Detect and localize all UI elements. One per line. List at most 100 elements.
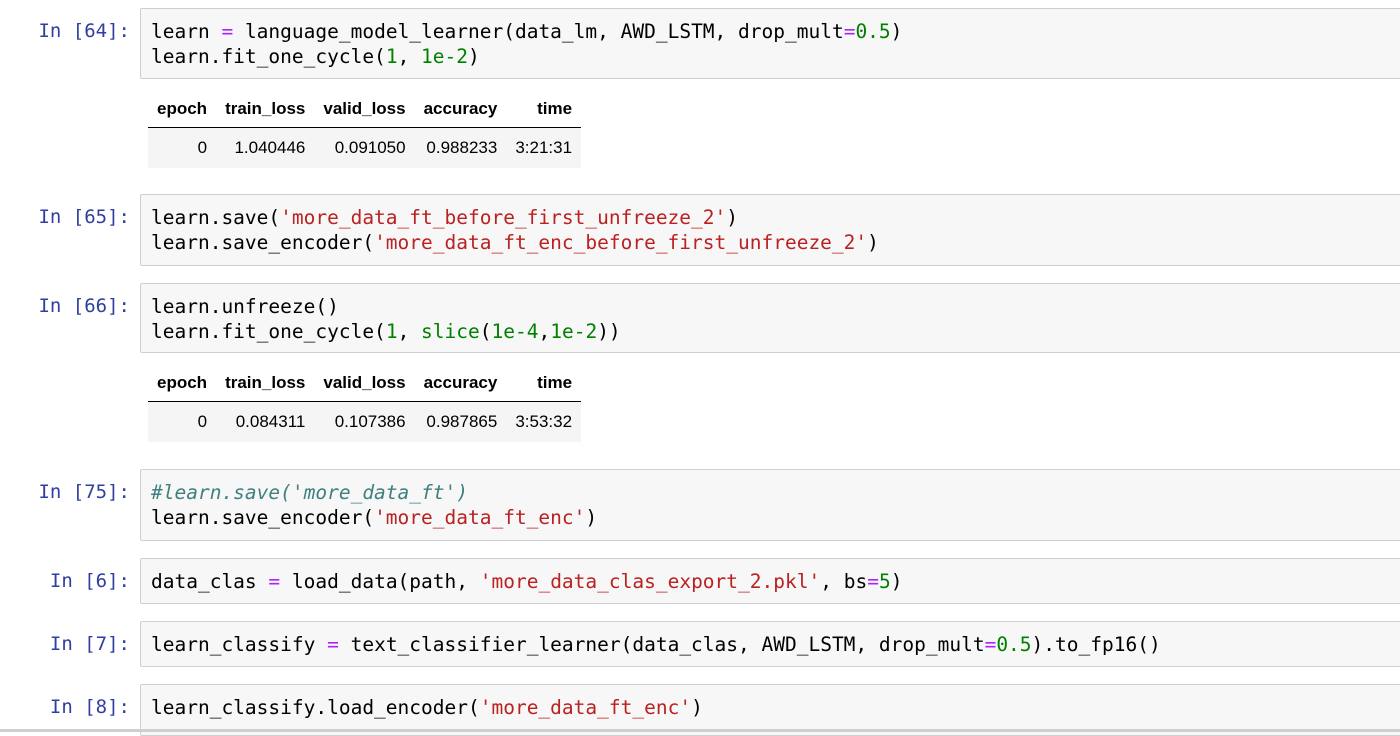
output-table: epoch train_loss valid_loss accuracy time 0 1.… xyxy=(148,91,582,168)
code-token: learn.save_encoder( xyxy=(151,506,375,529)
column-header: train_loss xyxy=(216,365,315,402)
code-token: learn.fit_one_cycle( xyxy=(151,320,386,343)
column-header: accuracy xyxy=(414,365,507,402)
code-input[interactable]: learn.save('more_data_ft_before_first_un… xyxy=(140,194,1400,266)
column-header: train_loss xyxy=(216,91,315,128)
code-token: 'more_data_ft_enc' xyxy=(374,506,586,529)
code-line[interactable]: learn_classify.load_encoder('more_data_f… xyxy=(151,695,703,720)
code-token: learn.fit_one_cycle( xyxy=(151,45,386,68)
code-token: , xyxy=(538,320,551,343)
code-line[interactable]: learn.save_encoder('more_data_ft_enc_bef… xyxy=(151,230,879,255)
code-token: = xyxy=(221,20,234,43)
notebook-cell: In [75]: #learn.save('more_data_ft') lear… xyxy=(0,469,1400,541)
table-header-row: epoch train_loss valid_loss accuracy time xyxy=(148,365,582,402)
table-cell: 0.107386 xyxy=(314,401,415,442)
code-line[interactable]: #learn.save('more_data_ft') xyxy=(151,480,597,505)
code-token: ) xyxy=(890,570,903,593)
code-token: , xyxy=(397,45,422,68)
notebook-cell: In [7]: learn_classify = text_classifier… xyxy=(0,621,1400,667)
cell-prompt: In [64]: xyxy=(38,20,130,42)
cell-prompt: In [7]: xyxy=(49,633,130,655)
output-table: epoch train_loss valid_loss accuracy time 0 0.… xyxy=(148,365,582,442)
table-cell: 3:21:31 xyxy=(506,127,582,168)
table-cell: 0 xyxy=(148,401,217,442)
code-input[interactable]: learn = language_model_learner(data_lm, … xyxy=(140,8,1400,79)
notebook-cell: In [66]: learn.unfreeze() learn.fit_one_c… xyxy=(0,283,1400,453)
code-token: )) xyxy=(597,320,621,343)
code-token: ) xyxy=(691,696,703,719)
code-token: 1e-2 xyxy=(421,45,469,68)
cell-prompt: In [6]: xyxy=(49,570,130,592)
code-token: slice xyxy=(421,320,480,343)
code-token: ) xyxy=(890,20,903,43)
code-line[interactable]: learn.fit_one_cycle(1, 1e-2) xyxy=(151,44,902,69)
code-token: = xyxy=(984,633,997,656)
column-header: accuracy xyxy=(414,91,507,128)
column-header: time xyxy=(506,91,582,128)
column-header: valid_loss xyxy=(314,365,415,402)
cell-prompt: In [75]: xyxy=(38,481,130,503)
code-token: learn.unfreeze() xyxy=(151,295,339,318)
code-line[interactable]: learn.unfreeze() xyxy=(151,294,621,319)
code-line[interactable]: learn = language_model_learner(data_lm, … xyxy=(151,19,902,44)
code-line[interactable]: learn.save('more_data_ft_before_first_un… xyxy=(151,205,879,230)
code-token: 5 xyxy=(878,570,891,593)
code-token: language_model_learner(data_lm, AWD_LSTM… xyxy=(233,20,844,43)
notebook-cell: In [6]: data_clas = load_data(path, 'mor… xyxy=(0,558,1400,604)
code-token: , xyxy=(397,320,422,343)
code-token: 1 xyxy=(385,320,398,343)
code-token: 1e-4 xyxy=(491,320,539,343)
code-token: ) xyxy=(867,231,879,254)
code-line[interactable]: learn_classify = text_classifier_learner… xyxy=(151,632,1161,657)
code-token: learn.save_encoder( xyxy=(151,231,375,254)
code-token: 'more_data_ft_enc' xyxy=(479,696,692,719)
code-token: data_clas xyxy=(151,570,269,593)
code-token: ).to_fp16() xyxy=(1031,633,1161,656)
code-token: learn_classify xyxy=(151,633,328,656)
column-header: epoch xyxy=(148,365,217,402)
cell-prompt: In [8]: xyxy=(49,696,130,718)
notebook-cell: In [65]: learn.save('more_data_ft_before… xyxy=(0,194,1400,266)
code-token: 1 xyxy=(385,45,398,68)
code-line[interactable]: data_clas = load_data(path, 'more_data_c… xyxy=(151,569,902,594)
code-line[interactable]: learn.fit_one_cycle(1, slice(1e-4,1e-2)) xyxy=(151,319,621,344)
column-header: valid_loss xyxy=(314,91,415,128)
code-token: text_classifier_learner(data_clas, AWD_L… xyxy=(338,633,985,656)
code-input[interactable]: data_clas = load_data(path, 'more_data_c… xyxy=(140,558,1400,604)
code-area[interactable]: learn_classify = text_classifier_learner… xyxy=(151,632,1161,657)
code-token: load_data(path, xyxy=(280,570,480,593)
table-cell: 0.084311 xyxy=(216,401,315,442)
code-token: 1e-2 xyxy=(550,320,598,343)
code-token: 'more_data_clas_export_2.pkl' xyxy=(479,570,821,593)
code-line[interactable]: learn.save_encoder('more_data_ft_enc') xyxy=(151,505,597,530)
code-input[interactable]: learn.unfreeze() learn.fit_one_cycle(1, s… xyxy=(140,283,1400,353)
code-area[interactable]: learn.unfreeze() learn.fit_one_cycle(1, s… xyxy=(151,294,621,344)
code-token: learn xyxy=(151,20,222,43)
code-token: 0.5 xyxy=(996,633,1032,656)
code-token: ) xyxy=(468,45,480,68)
code-token: = xyxy=(268,570,281,593)
code-area[interactable]: learn = language_model_learner(data_lm, … xyxy=(151,19,902,69)
column-header: time xyxy=(506,365,582,402)
notebook-cell: In [64]: learn = language_model_learner(… xyxy=(0,8,1400,188)
code-token: = xyxy=(867,570,879,593)
code-token: 'more_data_ft_before_first_unfreeze_2' xyxy=(280,206,727,229)
code-area[interactable]: learn_classify.load_encoder('more_data_f… xyxy=(151,695,703,720)
notebook-cell: In [8]: learn_classify.load_encoder('mor… xyxy=(0,684,1400,736)
table-row: 0 0.084311 0.107386 0.987865 3:53:32 xyxy=(148,401,582,442)
code-input[interactable]: #learn.save('more_data_ft') learn.save_en… xyxy=(140,469,1400,541)
code-input[interactable]: learn_classify = text_classifier_learner… xyxy=(140,621,1400,667)
code-token: = xyxy=(327,633,339,656)
code-token: , bs xyxy=(820,570,868,593)
code-area[interactable]: #learn.save('more_data_ft') learn.save_en… xyxy=(151,480,597,530)
code-token: 0.5 xyxy=(855,20,891,43)
code-area[interactable]: data_clas = load_data(path, 'more_data_c… xyxy=(151,569,902,594)
table-cell: 1.040446 xyxy=(216,127,315,168)
code-token: learn_classify.load_encoder( xyxy=(151,696,480,719)
table-cell: 0.988233 xyxy=(414,127,507,168)
code-token: ( xyxy=(479,320,492,343)
code-area[interactable]: learn.save('more_data_ft_before_first_un… xyxy=(151,205,879,255)
column-header: epoch xyxy=(148,91,217,128)
table-cell: 0 xyxy=(148,127,217,168)
code-token: #learn.save('more_data_ft') xyxy=(151,481,468,504)
